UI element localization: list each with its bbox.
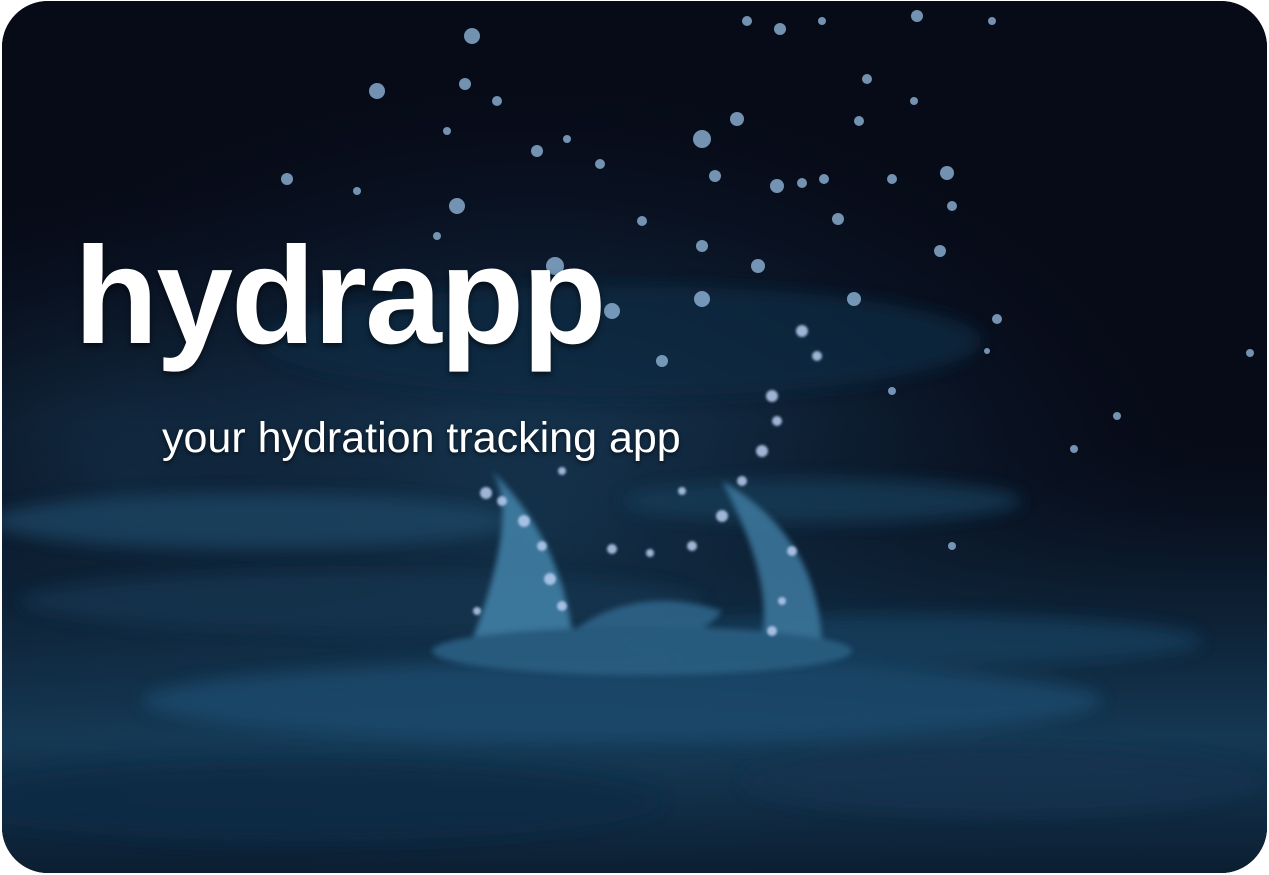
splash-card: hydrapp your hydration tracking app	[2, 1, 1267, 873]
app-tagline: your hydration tracking app	[162, 414, 681, 462]
app-title: hydrapp	[74, 219, 606, 373]
